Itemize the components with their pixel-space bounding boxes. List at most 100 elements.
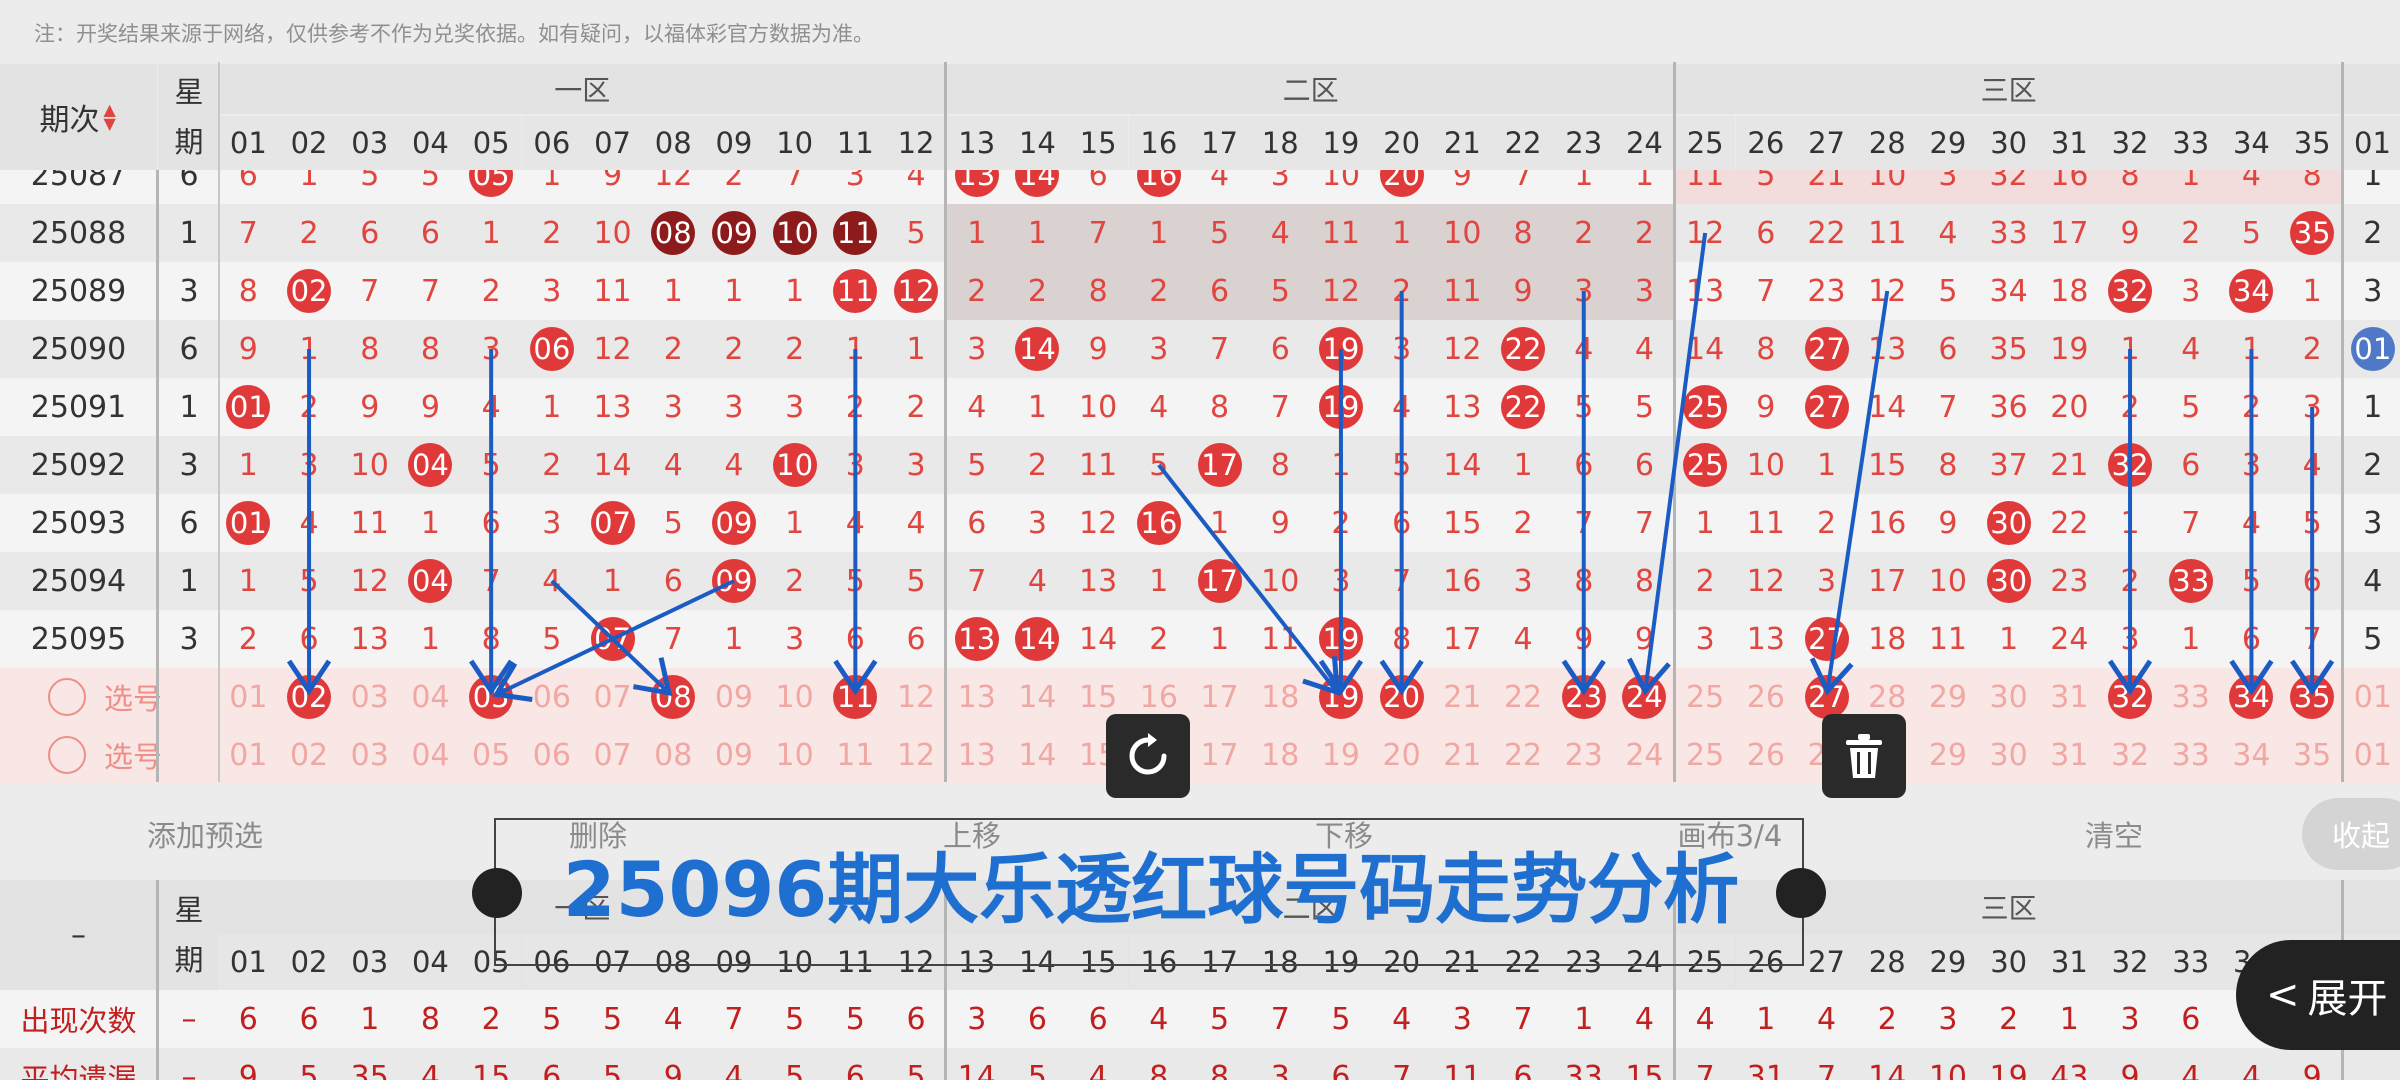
select-number-07[interactable]: 07: [582, 726, 643, 784]
select-number-03[interactable]: 03: [339, 726, 400, 784]
select-number-11[interactable]: 11: [825, 668, 886, 726]
select-number-08[interactable]: 08: [643, 668, 704, 726]
picked-ball[interactable]: 24: [1622, 675, 1667, 719]
add-preview-button[interactable]: 添加预选: [126, 798, 284, 870]
picked-ball[interactable]: 27: [1804, 675, 1849, 719]
select-row-label[interactable]: 选号: [48, 676, 162, 718]
clear-button[interactable]: 清空: [2052, 798, 2176, 870]
select-number-14[interactable]: 14: [1007, 668, 1068, 726]
select-number-21[interactable]: 21: [1432, 668, 1493, 726]
select-number-11[interactable]: 11: [825, 726, 886, 784]
select-number-06[interactable]: 06: [522, 668, 583, 726]
data-row-25088[interactable]: 25088 1 7 2 6 6 1 2 10 08 09 10 11 5 1 1 7 1 5 4 11 1 10 8 2 2 12 6…: [0, 204, 2400, 262]
picked-ball[interactable]: 35: [2290, 675, 2335, 719]
select-number-24[interactable]: 24: [1614, 668, 1675, 726]
resize-handle-left[interactable]: [472, 868, 522, 918]
select-number-10[interactable]: 10: [764, 668, 825, 726]
data-row-25091[interactable]: 25091 1 01 2 9 9 4 1 13 3 3 3 2 2 4 1 10 4 8 7 19 4 13 22 5 5 25 9 2…: [0, 378, 2400, 436]
select-extra[interactable]: 01: [2343, 668, 2400, 726]
select-number-10[interactable]: 10: [764, 726, 825, 784]
select-row-1[interactable]: 选号 01 02 03 04 05 06 07 08 09 10 11 12 13 14 15 16 17 18 19…: [0, 668, 2400, 726]
select-number-01[interactable]: 01: [218, 668, 279, 726]
select-number-24[interactable]: 24: [1614, 726, 1675, 784]
select-number-32[interactable]: 32: [2100, 668, 2161, 726]
picked-ball[interactable]: 34: [2229, 675, 2274, 719]
select-number-17[interactable]: 17: [1189, 668, 1250, 726]
select-number-13[interactable]: 13: [946, 726, 1007, 784]
select-number-34[interactable]: 34: [2221, 668, 2282, 726]
select-number-20[interactable]: 20: [1371, 726, 1432, 784]
select-number-33[interactable]: 33: [2160, 668, 2221, 726]
select-row-2[interactable]: 选号01020304050607080910111213141516171819…: [0, 726, 2400, 784]
picked-ball[interactable]: 05: [469, 675, 514, 719]
picked-ball[interactable]: 23: [1561, 675, 1606, 719]
select-number-06[interactable]: 06: [522, 726, 583, 784]
data-row-25095[interactable]: 25095 3 2 6 13 1 8 5 07 7 1 3 6 6 13 14 14 2 1 11 19 8 17 4 9 9 3 1…: [0, 610, 2400, 668]
select-number-14[interactable]: 14: [1007, 726, 1068, 784]
sort-arrows-icon[interactable]: ▲▼: [104, 102, 118, 132]
select-number-12[interactable]: 12: [886, 668, 947, 726]
data-row-25094[interactable]: 25094 1 1 5 12 04 7 4 1 6 09 2 5 5 7 4 13 1 17 10 3 7 16 3 8 8 2 12…: [0, 552, 2400, 610]
select-number-19[interactable]: 19: [1311, 726, 1372, 784]
select-number-34[interactable]: 34: [2221, 726, 2282, 784]
select-number-29[interactable]: 29: [1918, 726, 1979, 784]
select-number-09[interactable]: 09: [704, 668, 765, 726]
select-number-05[interactable]: 05: [461, 726, 522, 784]
select-number-23[interactable]: 23: [1553, 726, 1614, 784]
data-row-25090[interactable]: 25090 6 9 1 8 8 3 06 12 2 2 2 1 1 3 14 9 3 7 6 19 3 12 22 4 4 14 8 2…: [0, 320, 2400, 378]
data-row-25092[interactable]: 25092 3 1 3 10 04 5 2 14 4 4 10 3 3 5 2 11 5 17 8 1 5 14 1 6 6 25 1…: [0, 436, 2400, 494]
select-number-02[interactable]: 02: [279, 668, 340, 726]
select-number-35[interactable]: 35: [2282, 668, 2343, 726]
picked-ball[interactable]: 08: [651, 675, 696, 719]
select-number-35[interactable]: 35: [2282, 726, 2343, 784]
select-number-20[interactable]: 20: [1371, 668, 1432, 726]
radio-circle-icon[interactable]: [48, 736, 86, 774]
delete-tool-button[interactable]: [1822, 714, 1906, 798]
select-row-label[interactable]: 选号: [48, 734, 162, 776]
select-extra[interactable]: 01: [2343, 726, 2400, 784]
select-number-32[interactable]: 32: [2100, 726, 2161, 784]
select-number-02[interactable]: 02: [279, 726, 340, 784]
select-number-01[interactable]: 01: [218, 726, 279, 784]
select-number-04[interactable]: 04: [400, 668, 461, 726]
expand-button[interactable]: < 展开: [2236, 940, 2400, 1050]
data-row-25093[interactable]: 25093 6 01 4 11 1 6 3 07 5 09 1 4 4 6 3 12 16 1 9 2 6 15 2 7 7 1 11…: [0, 494, 2400, 552]
title-text-overlay[interactable]: 25096期大乐透红球号码走势分析: [472, 818, 1826, 966]
select-number-31[interactable]: 31: [2039, 668, 2100, 726]
select-number-29[interactable]: 29: [1918, 668, 1979, 726]
select-number-18[interactable]: 18: [1250, 668, 1311, 726]
radio-circle-icon[interactable]: [48, 678, 86, 716]
collapse-button[interactable]: 收起: [2302, 798, 2400, 870]
select-number-30[interactable]: 30: [1978, 726, 2039, 784]
select-number-31[interactable]: 31: [2039, 726, 2100, 784]
select-number-22[interactable]: 22: [1493, 726, 1554, 784]
select-number-25[interactable]: 25: [1675, 668, 1736, 726]
select-number-09[interactable]: 09: [704, 726, 765, 784]
resize-handle-right[interactable]: [1776, 868, 1826, 918]
select-number-18[interactable]: 18: [1250, 726, 1311, 784]
picked-ball[interactable]: 20: [1379, 675, 1424, 719]
select-number-04[interactable]: 04: [400, 726, 461, 784]
select-number-13[interactable]: 13: [946, 668, 1007, 726]
select-number-05[interactable]: 05: [461, 668, 522, 726]
select-number-19[interactable]: 19: [1311, 668, 1372, 726]
period-column-header[interactable]: 期次 ▲▼: [0, 64, 157, 170]
select-number-03[interactable]: 03: [339, 668, 400, 726]
picked-ball[interactable]: 19: [1318, 675, 1363, 719]
select-number-07[interactable]: 07: [582, 668, 643, 726]
select-number-17[interactable]: 17: [1189, 726, 1250, 784]
select-number-30[interactable]: 30: [1978, 668, 2039, 726]
refresh-tool-button[interactable]: [1106, 714, 1190, 798]
picked-ball[interactable]: 02: [287, 675, 332, 719]
select-number-33[interactable]: 33: [2160, 726, 2221, 784]
data-row-25087[interactable]: 25087 6 6 1 5 5 05 1 9 12 2 7 3 4 13 14 6 16 4 3 10 20 9 7 1 1 11 5…: [0, 170, 2400, 204]
data-row-25089[interactable]: 25089 3 8 02 7 7 2 3 11 1 1 1 11 12 2 2 8 2 6 5 12 2 11 9 3 3 13 7 2…: [0, 262, 2400, 320]
picked-ball[interactable]: 11: [833, 675, 878, 719]
select-number-22[interactable]: 22: [1493, 668, 1554, 726]
select-number-12[interactable]: 12: [886, 726, 947, 784]
select-number-21[interactable]: 21: [1432, 726, 1493, 784]
select-number-26[interactable]: 26: [1736, 726, 1797, 784]
select-number-25[interactable]: 25: [1675, 726, 1736, 784]
select-number-23[interactable]: 23: [1553, 668, 1614, 726]
select-number-26[interactable]: 26: [1736, 668, 1797, 726]
